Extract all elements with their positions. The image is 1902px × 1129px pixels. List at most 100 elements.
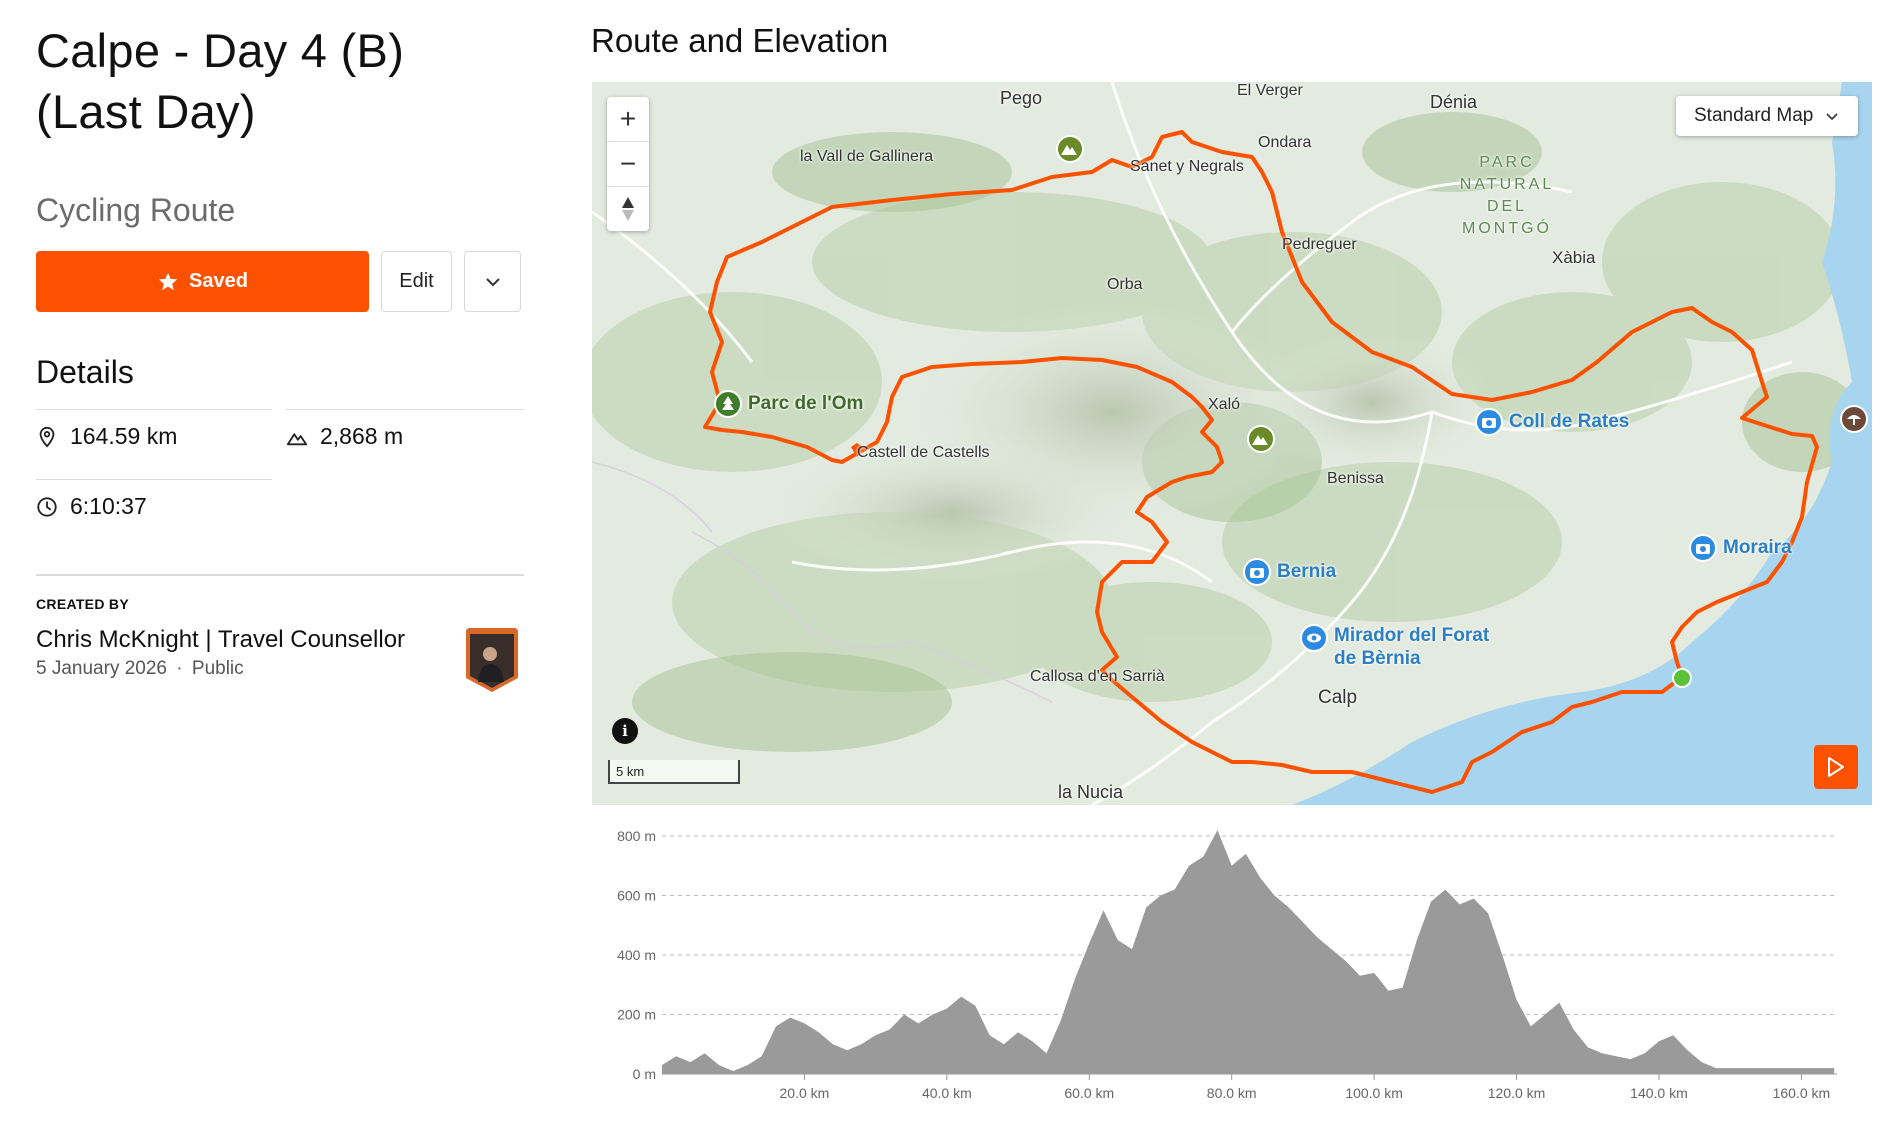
created-by-label: CREATED BY bbox=[36, 596, 129, 612]
route-title-line2: (Last Day) bbox=[36, 85, 256, 138]
play-flyover-button[interactable] bbox=[1814, 745, 1858, 789]
saved-button[interactable]: Saved bbox=[36, 251, 369, 312]
place-label: Dénia bbox=[1430, 92, 1478, 112]
zoom-out-button[interactable]: − bbox=[607, 142, 649, 187]
scale-bar: 5 km bbox=[608, 760, 740, 784]
zoom-controls: + − bbox=[607, 97, 649, 231]
x-tick-label: 80.0 km bbox=[1207, 1085, 1257, 1101]
clock-icon bbox=[37, 496, 57, 517]
poi-moraira[interactable]: Moraira bbox=[1689, 534, 1792, 562]
visibility: Public bbox=[191, 658, 244, 679]
poi-label: Moraira bbox=[1723, 537, 1792, 558]
star-icon bbox=[158, 272, 178, 290]
place-label: Castell de Castells bbox=[857, 444, 990, 461]
y-tick-label: 0 m bbox=[633, 1066, 656, 1082]
route-details-panel: Calpe - Day 4 (B) (Last Day) Cycling Rou… bbox=[36, 20, 524, 706]
divider bbox=[36, 409, 272, 410]
mountain-icon bbox=[286, 432, 308, 445]
x-tick-label: 140.0 km bbox=[1630, 1085, 1688, 1101]
y-tick-label: 600 m bbox=[617, 888, 656, 904]
distance-stat: 164.59 km bbox=[36, 423, 177, 450]
distance-value: 164.59 km bbox=[70, 423, 178, 449]
poi-label: Bernia bbox=[1277, 561, 1337, 582]
camera-icon bbox=[1243, 558, 1271, 586]
place-label: Xaló bbox=[1208, 396, 1241, 413]
route-stats: 164.59 km 2,868 m 6:10:37 bbox=[36, 409, 524, 544]
x-tick-label: 120.0 km bbox=[1488, 1085, 1546, 1101]
time-stat: 6:10:37 bbox=[36, 493, 147, 520]
play-icon bbox=[1828, 757, 1844, 777]
creator-info: Chris McKnight | Travel Counsellor 5 Jan… bbox=[36, 626, 524, 706]
place-label: la Nucia bbox=[1058, 782, 1124, 802]
y-axis: 0 m 200 m 400 m 600 m 800 m bbox=[617, 828, 656, 1082]
poi-label: Mirador del Forat de Bèrnia bbox=[1334, 625, 1490, 669]
map-type-select[interactable]: Standard Map bbox=[1676, 96, 1858, 136]
meta-separator: · bbox=[176, 658, 183, 679]
place-label: Benissa bbox=[1327, 470, 1384, 487]
x-axis: 20.0 km 40.0 km 60.0 km 80.0 km 100.0 km 120.… bbox=[662, 1073, 1837, 1101]
chevron-down-icon bbox=[1826, 113, 1838, 121]
poi-bernia[interactable]: Bernia bbox=[1243, 558, 1336, 586]
x-tick-label: 160.0 km bbox=[1773, 1085, 1831, 1101]
route-map[interactable]: Pego El Verger Dénia la Vall de Galliner… bbox=[592, 82, 1872, 805]
place-label: la Vall de Gallinera bbox=[800, 148, 934, 165]
x-tick-label: 20.0 km bbox=[780, 1085, 830, 1101]
elevation-stat: 2,868 m bbox=[286, 423, 403, 450]
place-label: Pego bbox=[1000, 88, 1043, 108]
elevation-chart[interactable]: 0 m 200 m 400 m 600 m 800 m 20.0 km 40.0 km 60… bbox=[592, 812, 1892, 1112]
x-tick-label: 40.0 km bbox=[922, 1085, 972, 1101]
poi-parc-de-lom[interactable]: Parc de l'Om bbox=[714, 390, 863, 418]
divider bbox=[36, 479, 272, 480]
camera-icon bbox=[1689, 534, 1717, 562]
x-tick-label: 60.0 km bbox=[1064, 1085, 1114, 1101]
creator-name[interactable]: Chris McKnight | Travel Counsellor bbox=[36, 626, 524, 654]
y-tick-label: 800 m bbox=[617, 828, 656, 844]
action-buttons: Saved Edit bbox=[36, 251, 524, 312]
chevron-down-icon bbox=[485, 277, 500, 286]
mountain-poi-icon[interactable] bbox=[1055, 134, 1085, 164]
poi-mirador-forat-bernia[interactable]: Mirador del Forat de Bèrnia bbox=[1300, 624, 1504, 670]
elevation-value: 2,868 m bbox=[320, 423, 404, 449]
eye-icon bbox=[1300, 624, 1328, 652]
route-type: Cycling Route bbox=[36, 192, 236, 228]
route-start-marker[interactable] bbox=[1672, 668, 1692, 688]
time-value: 6:10:37 bbox=[70, 493, 147, 519]
location-pin-icon bbox=[39, 426, 55, 448]
y-tick-label: 400 m bbox=[617, 947, 656, 963]
place-label: Xàbia bbox=[1552, 248, 1596, 267]
zoom-in-button[interactable]: + bbox=[607, 97, 649, 142]
map-type-label: Standard Map bbox=[1694, 105, 1814, 126]
route-title-line1: Calpe - Day 4 (B) bbox=[36, 24, 405, 77]
created-date: 5 January 2026 bbox=[36, 658, 167, 679]
map-canvas bbox=[592, 82, 1872, 805]
place-label: Sanet y Negrals bbox=[1130, 158, 1244, 175]
mountain-poi-icon[interactable] bbox=[1246, 424, 1276, 454]
place-label: Calp bbox=[1318, 687, 1358, 708]
compass-button[interactable] bbox=[607, 187, 649, 231]
place-label: Ondara bbox=[1258, 134, 1312, 151]
section-divider bbox=[36, 574, 524, 576]
y-tick-label: 200 m bbox=[617, 1007, 656, 1023]
place-label: El Verger bbox=[1237, 82, 1303, 99]
tree-icon bbox=[714, 390, 742, 418]
beach-poi-icon[interactable] bbox=[1839, 404, 1869, 434]
divider bbox=[286, 409, 524, 410]
more-options-button[interactable] bbox=[464, 251, 521, 312]
x-tick-label: 100.0 km bbox=[1345, 1085, 1403, 1101]
place-label: Pedreguer bbox=[1282, 236, 1357, 253]
edit-button[interactable]: Edit bbox=[381, 251, 452, 312]
info-icon[interactable]: i bbox=[612, 718, 638, 744]
compass-icon bbox=[622, 197, 634, 221]
camera-icon bbox=[1475, 408, 1503, 436]
route-title: Calpe - Day 4 (B) (Last Day) bbox=[36, 20, 524, 142]
poi-label: Parc de l'Om bbox=[748, 393, 864, 414]
place-label: Orba bbox=[1107, 276, 1143, 293]
creator-meta: 5 January 2026 · Public bbox=[36, 658, 524, 680]
section-title: Route and Elevation bbox=[591, 22, 889, 59]
saved-label: Saved bbox=[189, 270, 248, 292]
avatar[interactable] bbox=[460, 626, 524, 694]
poi-coll-de-rates[interactable]: Coll de Rates bbox=[1475, 408, 1629, 436]
details-heading: Details bbox=[36, 354, 134, 390]
elevation-area bbox=[662, 830, 1835, 1074]
place-label: Callosa d'en Sarrià bbox=[1030, 668, 1165, 685]
